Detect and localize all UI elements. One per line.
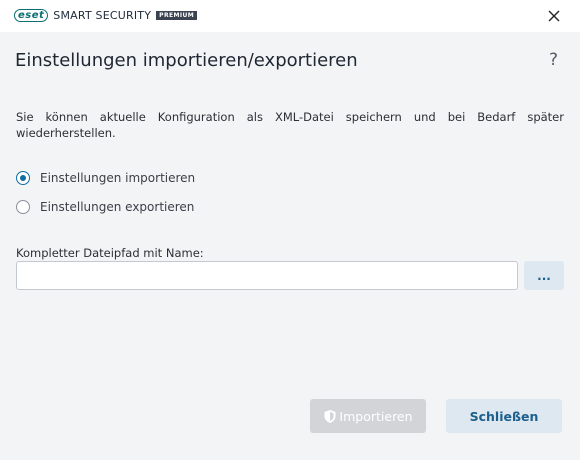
file-path-input[interactable] [16, 261, 518, 290]
export-radio[interactable] [16, 200, 30, 214]
export-option-label: Einstellungen exportieren [40, 200, 195, 214]
title-bar: eset SMART SECURITY PREMIUM [0, 0, 580, 32]
product-name: SMART SECURITY [53, 9, 152, 22]
close-icon [548, 10, 560, 22]
close-window-button[interactable] [544, 6, 564, 26]
export-option[interactable]: Einstellungen exportieren [16, 200, 194, 214]
eset-logo: eset [14, 9, 49, 22]
shield-icon [323, 409, 337, 424]
import-option-label: Einstellungen importieren [40, 171, 196, 185]
import-button[interactable]: Importieren [310, 399, 426, 433]
import-button-label: Importieren [339, 408, 413, 424]
help-icon[interactable]: ? [549, 50, 558, 70]
description-text: Sie können aktuelle Konfiguration als XM… [16, 110, 564, 140]
close-button-label: Schließen [469, 408, 539, 424]
import-radio[interactable] [16, 171, 30, 185]
browse-button[interactable]: ... [524, 261, 564, 290]
close-button[interactable]: Schließen [446, 399, 562, 433]
import-option[interactable]: Einstellungen importieren [16, 171, 195, 185]
file-path-label: Kompletter Dateipfad mit Name: [16, 246, 204, 260]
dialog-header: Einstellungen importieren/exportieren ? [0, 32, 580, 94]
app-logo: eset SMART SECURITY PREMIUM [14, 9, 198, 22]
page-title: Einstellungen importieren/exportieren [15, 50, 358, 71]
edition-badge: PREMIUM [156, 11, 198, 20]
